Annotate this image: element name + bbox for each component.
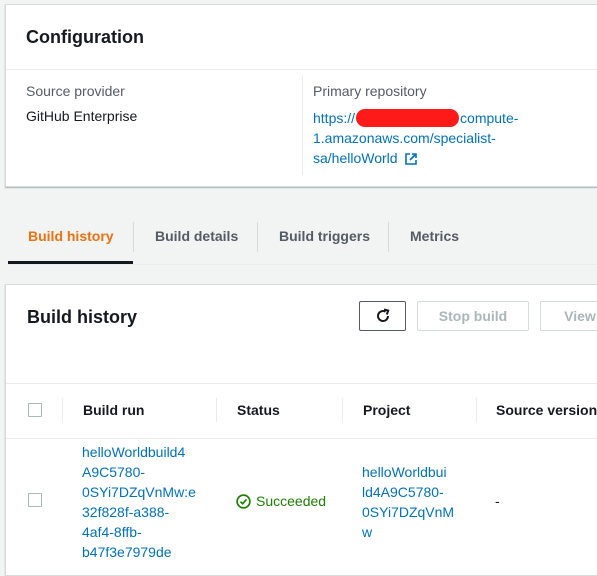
primary-repository-link[interactable]: https://compute-1.amazonaws.com/speciali… xyxy=(313,108,553,168)
build-run-line: 32f828f-a388- xyxy=(82,504,170,520)
project-line: ld4A9C5780- xyxy=(362,484,444,500)
tab-metrics[interactable]: Metrics xyxy=(410,210,459,262)
stop-build-button[interactable]: Stop build xyxy=(417,301,529,331)
tab-build-details[interactable]: Build details xyxy=(155,210,238,262)
row-checkbox[interactable] xyxy=(28,493,42,507)
source-provider-label: Source provider xyxy=(26,83,125,99)
repo-link-prefix: https:// xyxy=(313,110,356,126)
configuration-panel: Configuration Source provider GitHub Ent… xyxy=(5,4,597,187)
column-header-source-version[interactable]: Source version xyxy=(496,402,597,418)
tab-bar: Build history Build details Build trigge… xyxy=(8,210,597,265)
build-run-line: 0SYi7DZqVnMw:e xyxy=(82,484,196,500)
build-run-line: b47f3e7979de xyxy=(82,544,172,560)
project-line: 0SYi7DZqVnM xyxy=(362,504,455,520)
select-all-checkbox[interactable] xyxy=(28,403,42,417)
build-run-line: helloWorldbuild4 xyxy=(82,444,186,460)
build-history-panel: Build history Stop build View Build run … xyxy=(5,284,597,576)
build-run-line: 4af4-8ffb- xyxy=(82,524,142,540)
status-cell: Succeeded xyxy=(236,491,326,511)
column-separator xyxy=(216,398,217,422)
redaction-mark xyxy=(356,109,460,127)
refresh-icon xyxy=(376,308,390,322)
project-line: w xyxy=(362,524,373,540)
external-link-icon xyxy=(405,153,418,165)
refresh-button[interactable] xyxy=(359,301,406,331)
tab-build-history[interactable]: Build history xyxy=(28,210,114,262)
configuration-title: Configuration xyxy=(26,27,144,47)
tab-separator xyxy=(257,222,258,252)
view-button[interactable]: View xyxy=(540,301,597,331)
status-text: Succeeded xyxy=(256,493,327,509)
build-run-line: A9C5780- xyxy=(82,464,146,480)
project-line: helloWorldbui xyxy=(362,464,447,480)
source-version-cell: - xyxy=(495,493,500,509)
divider xyxy=(6,69,597,70)
column-separator xyxy=(476,398,477,422)
column-divider xyxy=(302,75,303,175)
primary-repository-label: Primary repository xyxy=(313,83,427,99)
project-link[interactable]: helloWorldbui ld4A9C5780- 0SYi7DZqVnM w xyxy=(362,462,472,542)
tab-separator xyxy=(133,222,134,252)
column-header-status[interactable]: Status xyxy=(237,402,280,418)
column-header-project[interactable]: Project xyxy=(363,402,410,418)
source-provider-value: GitHub Enterprise xyxy=(26,108,138,124)
build-run-link[interactable]: helloWorldbuild4 A9C5780- 0SYi7DZqVnMw:e… xyxy=(82,442,212,562)
column-header-build-run[interactable]: Build run xyxy=(83,402,144,418)
check-circle-icon xyxy=(236,493,251,509)
tab-separator xyxy=(388,222,389,252)
column-separator xyxy=(342,398,343,422)
tab-build-triggers[interactable]: Build triggers xyxy=(279,210,370,262)
table-header: Build run Status Project Source version xyxy=(6,383,597,439)
build-history-title: Build history xyxy=(27,307,138,327)
tab-baseline xyxy=(8,264,597,265)
column-separator xyxy=(62,398,63,422)
